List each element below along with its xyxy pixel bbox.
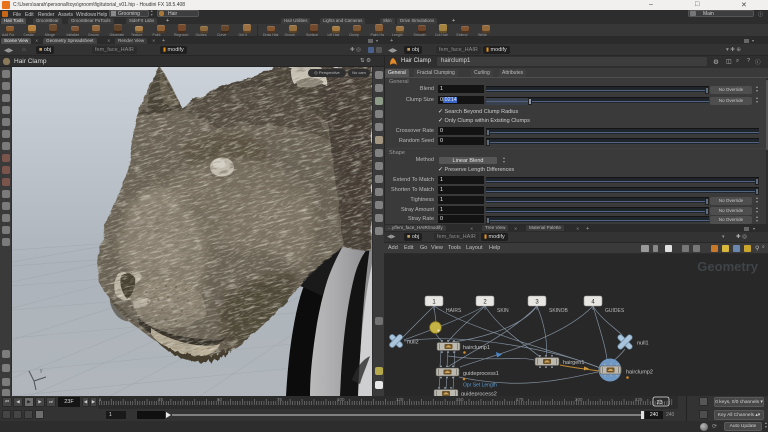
svg-text:Opr Set Length: Opr Set Length (463, 383, 497, 389)
svg-text:50: 50 (217, 397, 223, 402)
svg-text:23: 23 (657, 400, 663, 406)
svg-text:hairclump2: hairclump2 (626, 370, 653, 376)
svg-text:225: 225 (635, 397, 643, 402)
svg-text:150: 150 (456, 397, 464, 402)
svg-text:SKIN: SKIN (497, 308, 509, 314)
svg-text:HAIRS: HAIRS (446, 308, 462, 314)
svg-text:125: 125 (396, 397, 404, 402)
svg-text:75: 75 (277, 397, 283, 402)
svg-text:Geometry: Geometry (697, 259, 758, 274)
svg-text:100: 100 (337, 397, 345, 402)
svg-text:hairclump1: hairclump1 (463, 345, 490, 351)
svg-text:null2: null2 (407, 340, 419, 346)
svg-text:175: 175 (516, 397, 524, 402)
svg-text:25: 25 (158, 397, 164, 402)
svg-text:null1: null1 (637, 341, 649, 347)
svg-text:200: 200 (575, 397, 583, 402)
svg-text:hairgen1: hairgen1 (563, 360, 584, 366)
svg-text:guideprocess1: guideprocess1 (463, 371, 499, 377)
svg-text:GUIDES: GUIDES (605, 308, 625, 314)
svg-text:SKINOB: SKINOB (549, 308, 569, 314)
